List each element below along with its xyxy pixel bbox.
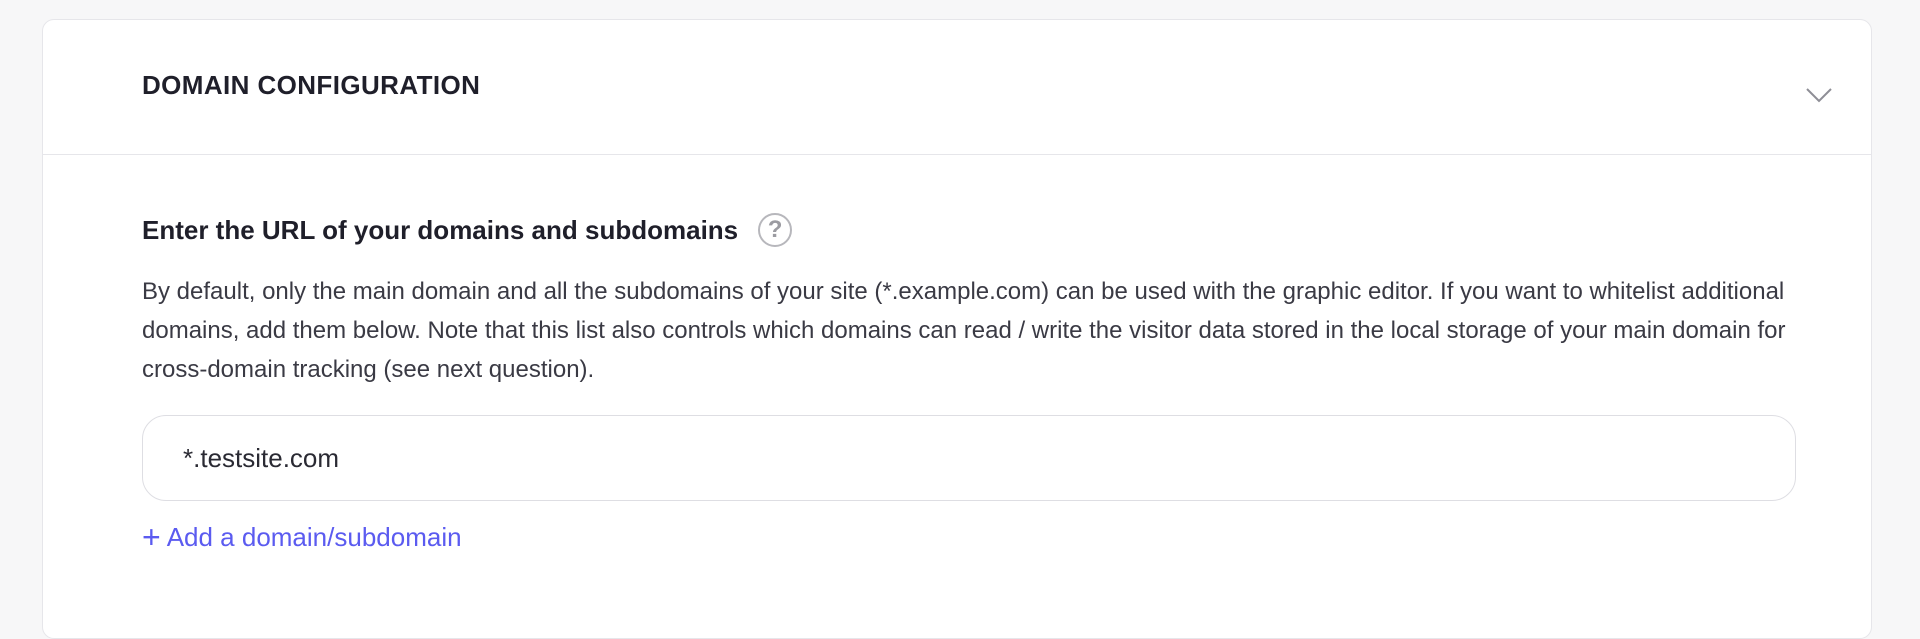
help-icon[interactable]: ?: [758, 213, 793, 247]
card-header[interactable]: DOMAIN CONFIGURATION: [43, 20, 1871, 155]
question-description: By default, only the main domain and all…: [142, 278, 1786, 383]
chevron-down-icon[interactable]: [1805, 86, 1833, 104]
domain-configuration-card: DOMAIN CONFIGURATION Enter the URL of yo…: [42, 19, 1872, 639]
question-row: Enter the URL of your domains and subdom…: [142, 210, 1796, 250]
question-title: Enter the URL of your domains and subdom…: [142, 214, 739, 245]
plus-icon: +: [142, 519, 161, 555]
add-domain-label: Add a domain/subdomain: [166, 521, 462, 552]
add-domain-link[interactable]: + Add a domain/subdomain: [142, 521, 462, 553]
domains-section: Enter the URL of your domains and subdom…: [142, 210, 1796, 553]
section-title: DOMAIN CONFIGURATION: [142, 70, 481, 100]
domain-input[interactable]: [142, 415, 1796, 501]
